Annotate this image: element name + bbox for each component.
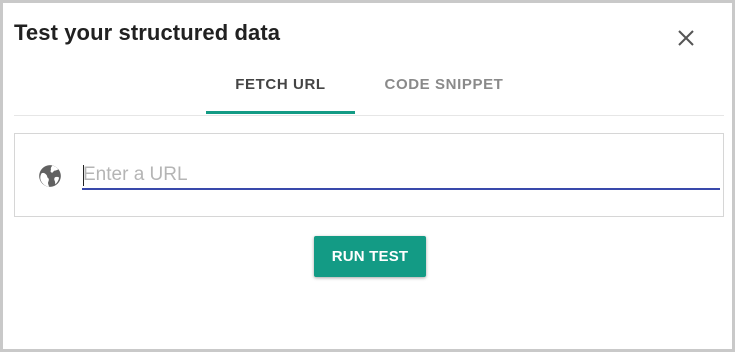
url-input[interactable] <box>82 162 720 190</box>
globe-icon <box>39 165 61 187</box>
text-caret <box>83 165 84 186</box>
close-icon <box>678 30 694 46</box>
run-test-button[interactable]: RUN TEST <box>314 236 426 277</box>
dialog-title: Test your structured data <box>14 20 281 45</box>
close-button[interactable] <box>671 23 701 53</box>
tab-bar: FETCH URL CODE SNIPPET <box>14 63 724 116</box>
tab-code-snippet[interactable]: CODE SNIPPET <box>373 63 515 113</box>
structured-data-dialog: Test your structured data FETCH URL CODE… <box>0 0 735 352</box>
tab-fetch-url[interactable]: FETCH URL <box>206 63 355 114</box>
url-panel <box>14 133 724 217</box>
